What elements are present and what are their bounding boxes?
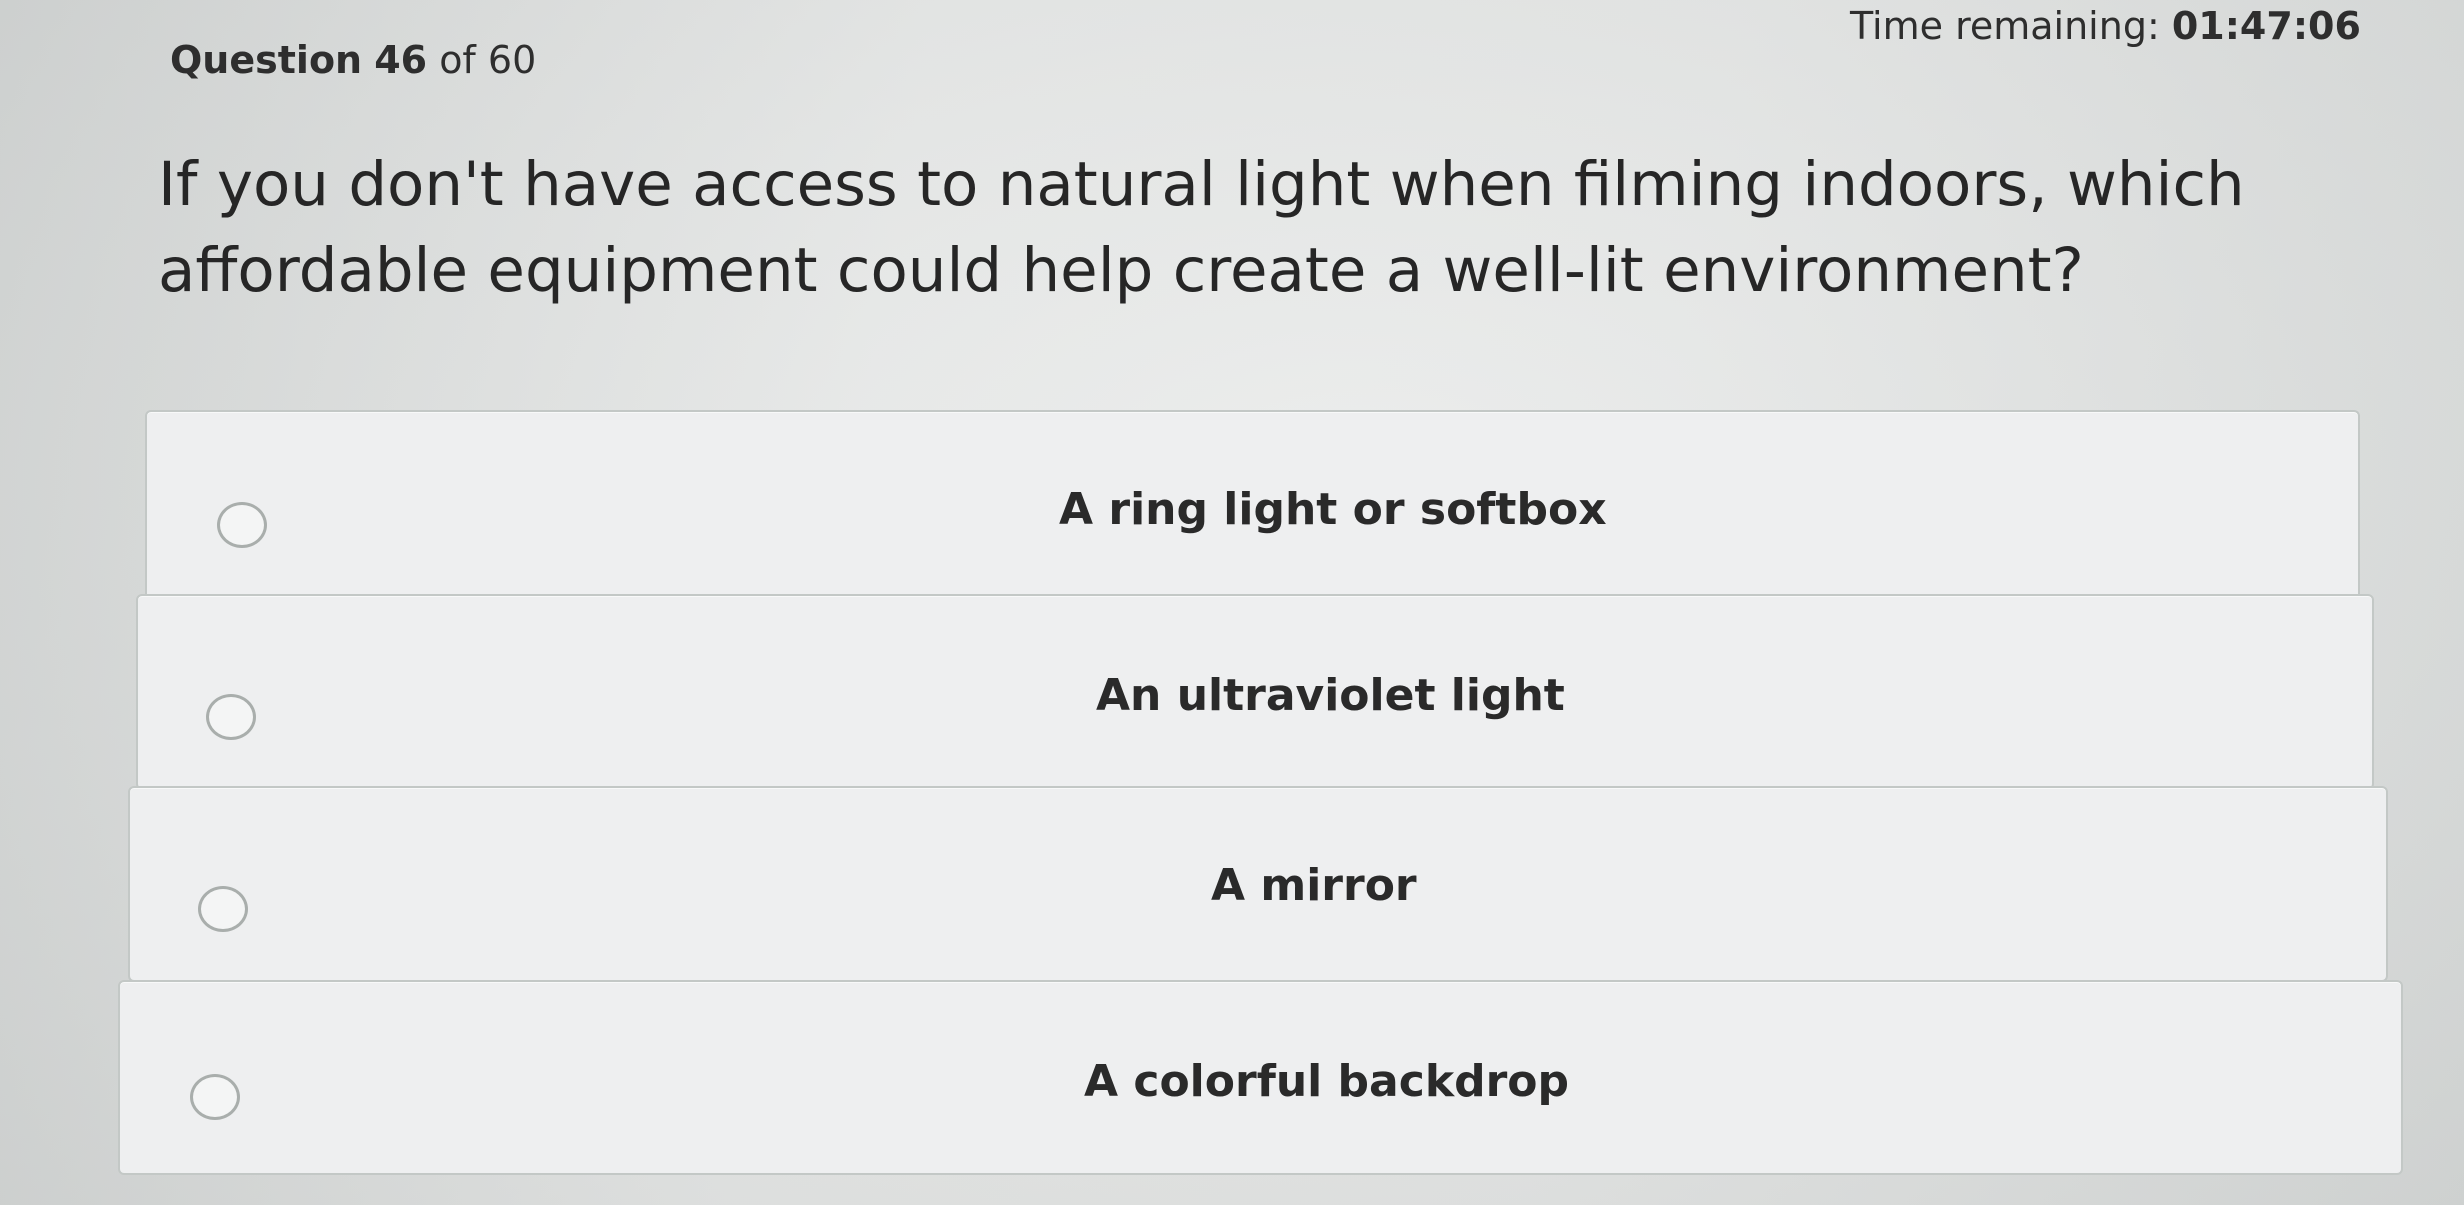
question-counter-number: 46 xyxy=(374,38,428,82)
answer-option[interactable]: A colorful backdrop xyxy=(118,980,2403,1175)
answer-option-label: An ultraviolet light xyxy=(1096,670,1565,721)
timer-value: 01:47:06 xyxy=(2171,4,2361,48)
timer: Time remaining: 01:47:06 xyxy=(1850,4,2361,48)
question-counter: Question 46 of 60 xyxy=(170,38,536,82)
question-counter-label: Question xyxy=(170,38,363,82)
answer-option-label: A mirror xyxy=(1211,860,1417,911)
answer-option[interactable]: A ring light or softbox xyxy=(145,410,2360,600)
answer-option[interactable]: A mirror xyxy=(128,786,2388,982)
answer-option[interactable]: An ultraviolet light xyxy=(136,594,2374,790)
question-text: If you don't have access to natural ligh… xyxy=(158,149,2245,306)
answer-option-label: A ring light or softbox xyxy=(1059,484,1607,535)
question-counter-total: of 60 xyxy=(439,38,537,82)
radio-button-icon[interactable] xyxy=(198,886,248,932)
radio-button-icon[interactable] xyxy=(206,694,256,740)
radio-button-icon[interactable] xyxy=(217,502,267,548)
timer-label: Time remaining: xyxy=(1850,4,2160,48)
radio-button-icon[interactable] xyxy=(190,1074,240,1120)
answer-option-label: A colorful backdrop xyxy=(1084,1056,1570,1107)
